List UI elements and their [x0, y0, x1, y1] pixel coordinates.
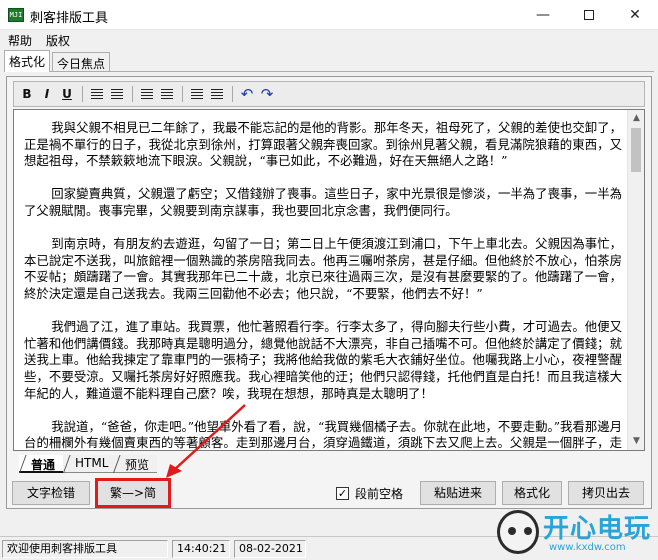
window-title: 刺客排版工具 — [30, 11, 109, 26]
toolbar-separator — [232, 86, 233, 102]
status-date: 08-02-2021 — [234, 540, 306, 558]
menu-copyright[interactable]: 版权 — [46, 32, 70, 49]
paste-in-button[interactable]: 粘贴进来 — [420, 481, 496, 505]
scroll-down-icon[interactable]: ▼ — [628, 433, 644, 450]
paragraph: 我說道，“爸爸，你走吧。”他望車外看了看，說，“我買幾個橘子去。你就在此地，不要… — [24, 418, 622, 451]
tab-preview[interactable]: 预览 — [113, 455, 158, 473]
format-button[interactable]: 格式化 — [502, 481, 562, 505]
maximize-icon — [584, 10, 594, 20]
tab-today-focus[interactable]: 今日焦点 — [52, 52, 111, 72]
toolbar-separator — [132, 86, 133, 102]
indent-checkbox[interactable]: ✓ — [336, 487, 349, 500]
italic-button[interactable]: I — [38, 85, 56, 103]
indent-checkbox-label: 段前空格 — [355, 487, 404, 501]
title-bar[interactable]: MJI 刺客排版工具 — ✕ — [0, 0, 658, 30]
paragraph: 到南京時，有朋友約去遊逛，勾留了一日；第二日上午便須渡江到浦口，下午上車北去。父… — [24, 236, 622, 301]
maximize-button[interactable] — [566, 0, 612, 30]
copy-out-button[interactable]: 拷贝出去 — [568, 481, 644, 505]
redo-icon[interactable]: ↷ — [258, 85, 276, 103]
spell-check-button[interactable]: 文字检错 — [12, 481, 90, 505]
top-tab-strip: 格式化 今日焦点 — [4, 50, 654, 72]
toolbar-separator — [182, 86, 183, 102]
underline-button[interactable]: U — [58, 85, 76, 103]
align-center-icon[interactable] — [108, 85, 126, 103]
paragraph: 我與父親不相見已二年餘了，我最不能忘記的是他的背影。那年冬天，祖母死了，父親的差… — [24, 120, 622, 169]
close-button[interactable]: ✕ — [612, 0, 658, 30]
scroll-thumb[interactable] — [631, 128, 641, 172]
tab-normal[interactable]: 普通 — [19, 455, 64, 473]
tab-html[interactable]: HTML — [63, 455, 117, 473]
align-left-icon[interactable] — [88, 85, 106, 103]
tab-format[interactable]: 格式化 — [4, 50, 51, 72]
editor-content[interactable]: 我與父親不相見已二年餘了，我最不能忘記的是他的背影。那年冬天，祖母死了，父親的差… — [24, 120, 622, 451]
numbered-list-icon[interactable] — [138, 85, 156, 103]
robot-mascot-icon — [497, 510, 539, 554]
outdent-icon[interactable] — [188, 85, 206, 103]
bold-button[interactable]: B — [18, 85, 36, 103]
paragraph: 我們過了江，進了車站。我買票，他忙著照看行李。行李太多了，得向腳夫行些小費，才可… — [24, 319, 622, 401]
tab-divider — [4, 71, 654, 72]
view-tab-strip: 普通 HTML 预览 — [13, 455, 645, 475]
app-window: MJI 刺客排版工具 — ✕ 帮助 版权 格式化 今日焦点 B I U ↶ ↷ … — [0, 0, 658, 560]
format-panel: B I U ↶ ↷ 我與父親不相見已二年餘了，我最不能忘記的是他的背影。那年冬天… — [6, 76, 652, 509]
status-time: 14:40:21 — [172, 540, 230, 558]
trad-to-simp-button[interactable]: 繁—>简 — [96, 479, 170, 507]
watermark-brand: 开心电玩 — [543, 514, 652, 544]
indent-icon[interactable] — [208, 85, 226, 103]
menu-bar: 帮助 版权 — [0, 30, 658, 50]
bullet-list-icon[interactable] — [158, 85, 176, 103]
text-editor[interactable]: 我與父親不相見已二年餘了，我最不能忘記的是他的背影。那年冬天，祖母死了，父親的差… — [13, 109, 645, 451]
editor-toolbar: B I U ↶ ↷ — [13, 81, 645, 107]
vertical-scrollbar[interactable]: ▲ ▼ — [627, 110, 644, 450]
watermark-url: www.kxdw.com — [549, 542, 626, 553]
undo-icon[interactable]: ↶ — [238, 85, 256, 103]
scroll-up-icon[interactable]: ▲ — [628, 110, 644, 127]
app-icon: MJI — [8, 8, 24, 22]
status-message: 欢迎使用刺客排版工具 — [2, 540, 168, 558]
paragraph: 回家變賣典質，父親還了虧空；又借錢辦了喪事。這些日子，家中光景很是慘淡，一半為了… — [24, 186, 622, 218]
menu-help[interactable]: 帮助 — [8, 32, 32, 49]
indent-option[interactable]: ✓ 段前空格 — [336, 485, 403, 503]
toolbar-separator — [82, 86, 83, 102]
minimize-button[interactable]: — — [520, 0, 566, 30]
watermark-logo: 开心电玩 www.kxdw.com — [497, 508, 655, 558]
